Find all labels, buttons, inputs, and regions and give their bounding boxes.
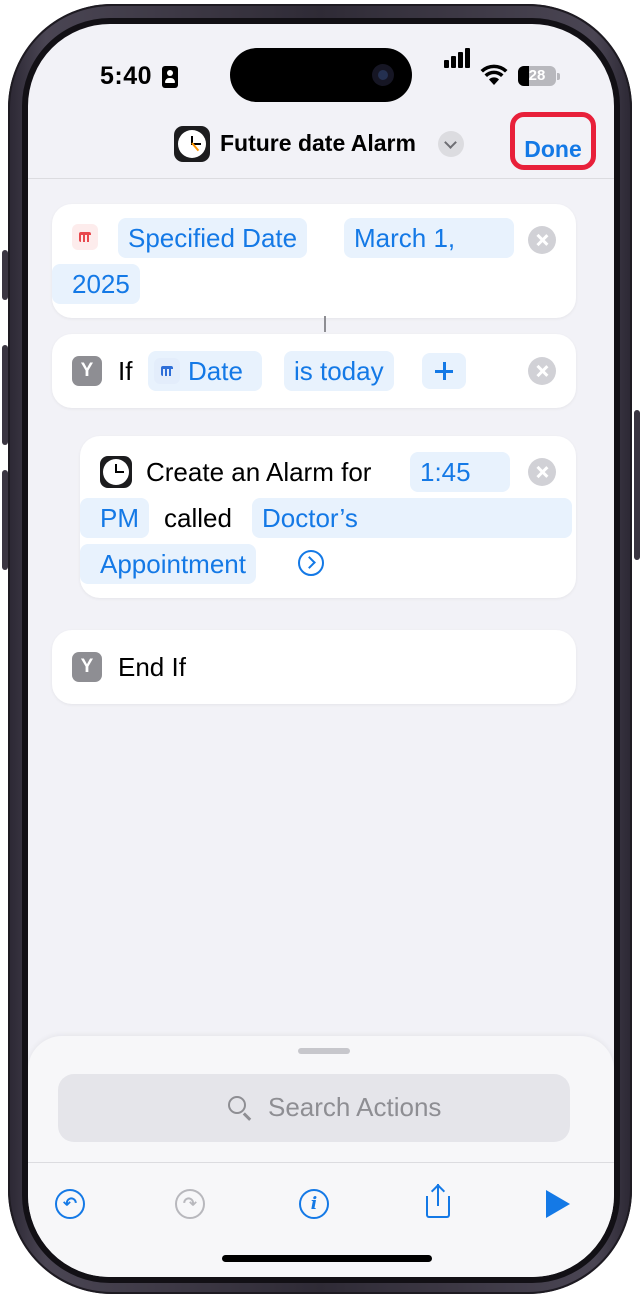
camera-icon (372, 64, 394, 86)
sheet-grabber[interactable] (298, 1048, 350, 1054)
called-connector: called (164, 503, 232, 533)
info-glyph: i (310, 1194, 318, 1214)
remove-action-icon[interactable] (528, 458, 556, 486)
date-value-token-line2[interactable]: 2025 (52, 264, 140, 304)
home-indicator (222, 1255, 432, 1262)
date-variable-label: Date (188, 356, 243, 386)
alarm-name-token-line2[interactable]: Appointment (80, 544, 256, 584)
nav-bar: Future date Alarm Done (28, 112, 614, 179)
chevron-down-icon[interactable] (438, 131, 464, 157)
wifi-icon (480, 64, 508, 85)
if-action-card[interactable]: Y If Date is today (52, 334, 576, 408)
calendar-icon (72, 224, 98, 250)
create-alarm-action-card[interactable]: Create an Alarm for 1:45 PM called Docto… (80, 436, 576, 598)
status-bar: 5:40 28 (28, 24, 614, 124)
volume-down-button (2, 470, 8, 570)
branch-icon: Y (72, 356, 102, 386)
end-if-action-card[interactable]: Y End If (52, 630, 576, 704)
battery-fill (518, 66, 529, 86)
search-icon (228, 1096, 246, 1114)
date-value-token-line1[interactable]: March 1, (344, 218, 514, 258)
remove-action-icon[interactable] (528, 357, 556, 385)
undo-button[interactable]: ↶ (52, 1186, 88, 1222)
chevron-right-icon[interactable] (298, 550, 324, 576)
add-condition-icon[interactable] (422, 353, 466, 389)
specified-date-token[interactable]: Specified Date (118, 218, 308, 258)
remove-action-icon[interactable] (528, 226, 556, 254)
if-keyword: If (118, 356, 133, 386)
search-actions-field[interactable]: Search Actions (58, 1074, 570, 1142)
battery-level: 28 (528, 67, 546, 84)
clock-app-icon (174, 126, 210, 162)
redo-button[interactable]: ↷ (172, 1186, 208, 1222)
toolbar-divider (28, 1162, 614, 1163)
create-alarm-prefix: Create an Alarm for (146, 457, 372, 487)
alarm-name-token-line1[interactable]: Doctor’s (252, 498, 572, 538)
phone-screen: 5:40 28 Future date Alarm Done Specified… (22, 18, 620, 1283)
dynamic-island (230, 48, 412, 102)
redo-glyph: ↷ (182, 1194, 198, 1213)
volume-up-button (2, 345, 8, 445)
focus-person-icon (162, 66, 178, 88)
undo-glyph: ↶ (62, 1194, 78, 1213)
calendar-icon (154, 358, 180, 384)
action-connector-line (324, 316, 326, 332)
date-variable-token[interactable]: Date (148, 351, 262, 391)
power-button (634, 410, 640, 560)
clock-icon (100, 456, 132, 488)
search-placeholder: Search Actions (268, 1092, 442, 1122)
share-button[interactable] (420, 1183, 456, 1222)
date-action-card[interactable]: Specified Date March 1, 2025 (52, 204, 576, 318)
action-bottom-sheet: Search Actions ↶ ↷ i (28, 1036, 614, 1277)
play-icon (546, 1190, 570, 1218)
end-if-label: End If (118, 652, 186, 682)
condition-token[interactable]: is today (284, 351, 394, 391)
branch-icon: Y (72, 652, 102, 682)
run-button[interactable] (538, 1186, 574, 1222)
action-button (2, 250, 8, 300)
battery-icon: 28 (518, 66, 560, 86)
shortcut-title[interactable]: Future date Alarm (220, 130, 416, 157)
done-button[interactable]: Done (510, 136, 596, 163)
alarm-time-token-line1[interactable]: 1:45 (410, 452, 510, 492)
info-button[interactable]: i (296, 1186, 332, 1222)
alarm-time-token-line2[interactable]: PM (80, 498, 149, 538)
status-time: 5:40 (100, 62, 153, 90)
